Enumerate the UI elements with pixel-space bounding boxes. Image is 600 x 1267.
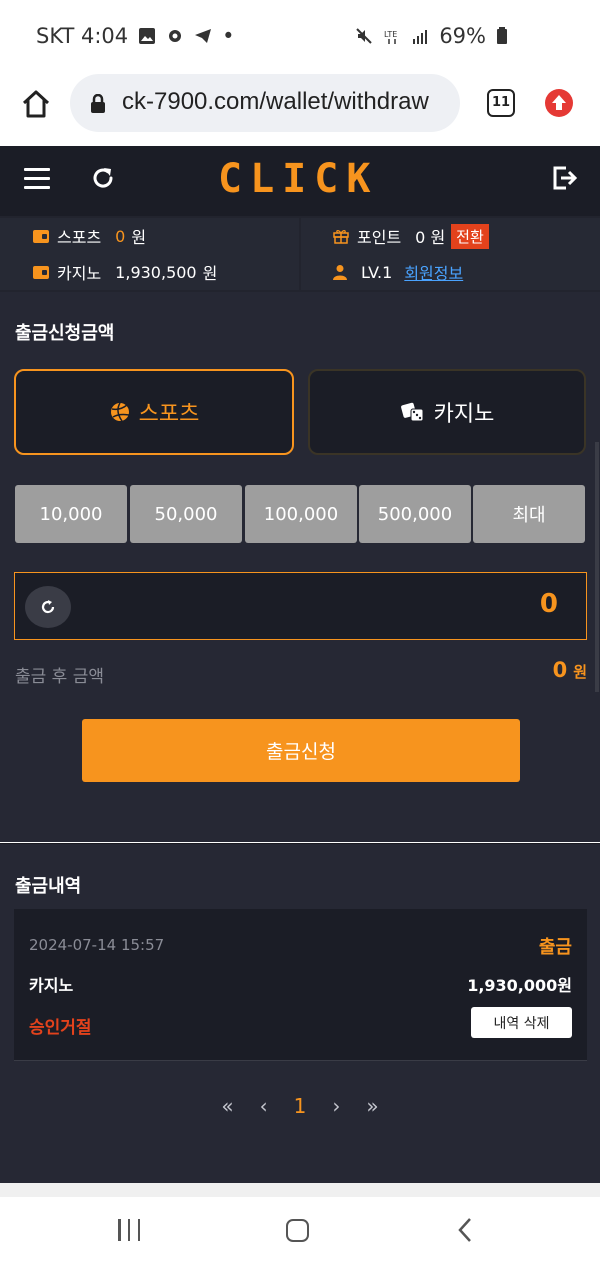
amount-button-max[interactable]: 최대	[473, 485, 585, 543]
last-page-button[interactable]: »	[366, 1094, 378, 1118]
site-logo[interactable]: CLICK	[218, 156, 378, 202]
gear-icon	[169, 30, 182, 42]
withdraw-panel: 출금신청금액 스포츠 카지노 10,000 50,000 100,000 500…	[0, 292, 600, 842]
carrier-time: SKT 4:04	[36, 24, 129, 48]
menu-icon[interactable]	[24, 168, 50, 190]
casino-balance: 카지노 1,930,500 원	[0, 254, 299, 290]
amount-button-100000[interactable]: 100,000	[245, 485, 357, 543]
url-field[interactable]: ck-7900.com/wallet/withdraw	[70, 74, 460, 132]
arrow-up-icon	[552, 95, 566, 110]
volleyball-icon	[110, 402, 129, 422]
pagination: « ‹ 1 › »	[0, 1094, 600, 1118]
dot-icon: •	[222, 24, 235, 48]
account-info: 스포츠 0 원 포인트 0 원 전환 카지노 1,930,500 원 LV.1 …	[0, 216, 600, 292]
amount-value: 0	[539, 589, 558, 619]
prev-page-button[interactable]: ‹	[260, 1094, 268, 1118]
current-page[interactable]: 1	[294, 1094, 307, 1118]
history-type: 출금	[538, 937, 572, 958]
status-bar: SKT 4:04 • LTE 69%	[0, 0, 600, 72]
after-amount-value: 0원	[552, 658, 587, 682]
user-level: LV.1 회원정보	[301, 254, 600, 290]
svg-text:LTE: LTE	[384, 30, 397, 39]
lock-icon	[91, 94, 105, 113]
amount-button-500000[interactable]: 500,000	[359, 485, 471, 543]
lte-icon: LTE	[384, 30, 398, 44]
amount-button-10000[interactable]: 10,000	[15, 485, 127, 543]
reset-button[interactable]	[25, 586, 71, 628]
system-nav-bar	[0, 1197, 600, 1267]
browser-toolbar: ck-7900.com/wallet/withdraw 11	[0, 72, 600, 146]
tabs-button[interactable]: 11	[487, 89, 515, 117]
wallet-icon	[33, 265, 49, 279]
signal-icon	[413, 30, 428, 44]
withdraw-history: 출금내역 2024-07-14 15:57 출금 카지노 1,930,000원 …	[0, 843, 600, 1183]
url-text[interactable]: ck-7900.com/wallet/withdraw	[122, 88, 429, 116]
history-status: 승인거절	[29, 1018, 92, 1038]
history-amount: 1,930,000원	[467, 976, 572, 995]
amount-button-50000[interactable]: 50,000	[130, 485, 242, 543]
scrollbar[interactable]	[595, 442, 599, 692]
user-icon	[333, 265, 347, 280]
app-header: CLICK	[0, 146, 600, 216]
update-icon[interactable]	[545, 89, 573, 117]
battery-icon	[497, 27, 507, 44]
home-icon[interactable]	[20, 88, 52, 120]
history-item: 2024-07-14 15:57 출금 카지노 1,930,000원 승인거절 …	[14, 909, 587, 1061]
delete-history-button[interactable]: 내역 삭제	[471, 1007, 572, 1038]
member-info-link[interactable]: 회원정보	[404, 260, 463, 284]
telegram-icon	[195, 29, 212, 43]
history-game: 카지노	[29, 976, 74, 995]
after-amount-label: 출금 후 금액	[15, 667, 105, 687]
gift-icon	[333, 230, 349, 244]
tab-sports[interactable]: 스포츠	[14, 369, 294, 455]
tab-casino[interactable]: 카지노	[308, 369, 586, 455]
withdraw-submit-button[interactable]: 출금신청	[82, 719, 520, 782]
logout-icon[interactable]	[550, 164, 578, 192]
point-balance: 포인트 0 원 전환	[301, 218, 600, 254]
back-icon[interactable]	[457, 1217, 473, 1243]
recent-apps-icon[interactable]	[118, 1219, 140, 1241]
withdraw-amount-input[interactable]: 0	[14, 572, 587, 640]
withdraw-title: 출금신청금액	[15, 323, 115, 344]
refresh-icon[interactable]	[89, 164, 117, 192]
next-page-button[interactable]: ›	[332, 1094, 340, 1118]
page-bottom	[0, 1183, 600, 1197]
wallet-icon	[33, 229, 49, 243]
gallery-icon	[139, 28, 156, 44]
dice-icon	[400, 402, 424, 422]
reset-icon	[41, 600, 55, 614]
home-nav-icon[interactable]	[286, 1219, 309, 1242]
convert-button[interactable]: 전환	[451, 223, 489, 249]
battery-text: 69%	[439, 24, 486, 48]
first-page-button[interactable]: «	[221, 1094, 233, 1118]
mute-icon	[356, 28, 373, 44]
history-title: 출금내역	[15, 876, 82, 897]
sports-balance: 스포츠 0 원	[0, 218, 299, 254]
history-date: 2024-07-14 15:57	[29, 936, 165, 954]
